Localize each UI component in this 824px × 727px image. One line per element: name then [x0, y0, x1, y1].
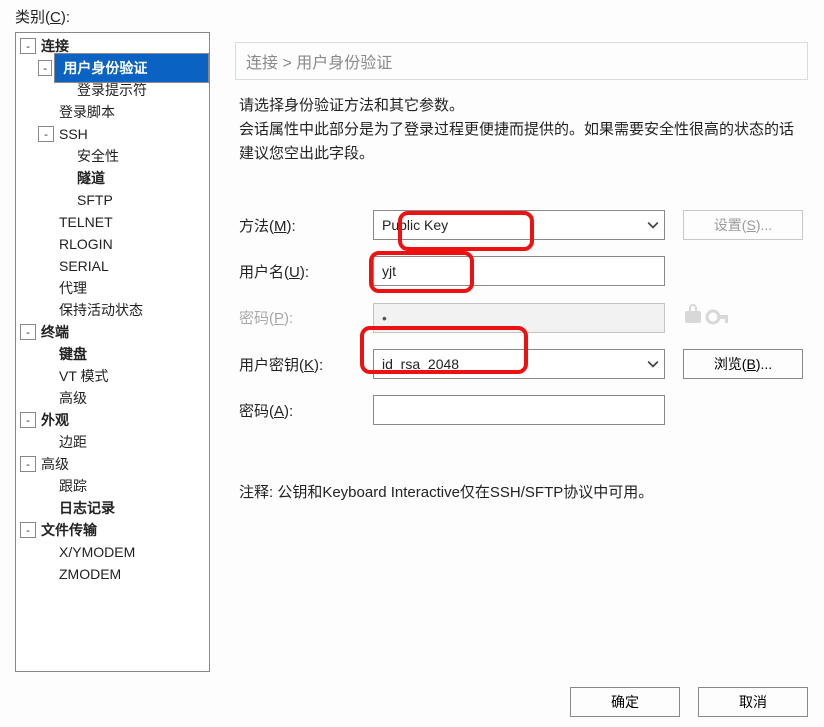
tree-rlogin[interactable]: RLOGIN [56, 233, 116, 255]
password-label: 密码(P): [235, 307, 373, 328]
key-icon [683, 302, 803, 333]
page-description: 请选择身份验证方法和其它参数。 会话属性中此部分是为了登录过程更便捷而提供的。如… [239, 94, 804, 166]
tree-login-script[interactable]: 登录脚本 [56, 101, 118, 123]
tree-logging[interactable]: 日志记录 [56, 497, 118, 519]
tree-security[interactable]: 安全性 [74, 145, 122, 167]
method-value: Public Key [382, 217, 448, 233]
tree-appearance[interactable]: 外观 [38, 409, 72, 431]
cancel-button[interactable]: 取消 [698, 687, 808, 717]
password2-label: 密码(A): [235, 400, 373, 421]
tree-zmodem[interactable]: ZMODEM [56, 563, 124, 585]
expander-icon[interactable]: - [20, 412, 36, 428]
expander-icon[interactable]: - [20, 522, 36, 538]
settings-button: 设置(S)... [683, 210, 803, 240]
username-label: 用户名(U): [235, 261, 373, 282]
expander-icon[interactable]: - [38, 126, 54, 142]
tree-advanced-term[interactable]: 高级 [56, 387, 90, 409]
expander-icon[interactable]: - [20, 456, 36, 472]
userkey-value: id_rsa_2048 [382, 356, 459, 372]
tree-terminal[interactable]: 终端 [38, 321, 72, 343]
method-label: 方法(M): [235, 215, 373, 236]
tree-proxy[interactable]: 代理 [56, 277, 90, 299]
expander-icon[interactable]: - [38, 60, 52, 76]
tree-telnet[interactable]: TELNET [56, 211, 116, 233]
tree-margin[interactable]: 边距 [56, 431, 90, 453]
protocol-note: 注释: 公钥和Keyboard Interactive仅在SSH/SFTP协议中… [235, 481, 808, 502]
username-input[interactable]: yjt [373, 256, 665, 286]
tree-xymodem[interactable]: X/YMODEM [56, 541, 138, 563]
browse-button[interactable]: 浏览(B)... [683, 349, 803, 379]
tree-ssh[interactable]: SSH [56, 123, 91, 145]
tree-file-transfer[interactable]: 文件传输 [38, 519, 100, 541]
tree-keyboard[interactable]: 键盘 [56, 343, 90, 365]
userkey-label: 用户密钥(K): [235, 354, 373, 375]
tree-tunnel[interactable]: 隧道 [74, 167, 108, 189]
category-label: 类别(C): [15, 6, 70, 27]
expander-icon[interactable]: - [20, 38, 36, 54]
password-input: • [373, 303, 665, 333]
ok-button[interactable]: 确定 [570, 687, 680, 717]
breadcrumb: 连接 > 用户身份验证 [235, 42, 808, 80]
tree-user-auth[interactable]: 用户身份验证 [54, 53, 209, 83]
tree-trace[interactable]: 跟踪 [56, 475, 90, 497]
tree-sftp[interactable]: SFTP [74, 189, 116, 211]
password2-input[interactable] [373, 395, 665, 425]
tree-serial[interactable]: SERIAL [56, 255, 112, 277]
tree-advanced[interactable]: 高级 [38, 453, 72, 475]
tree-vtmode[interactable]: VT 模式 [56, 365, 112, 387]
userkey-combo[interactable]: id_rsa_2048 [373, 349, 665, 379]
tree-keepalive[interactable]: 保持活动状态 [56, 299, 146, 321]
category-tree[interactable]: -连接 -用户身份验证 登录提示符 登录脚本 -SSH 安全性 隧道 SFTP … [15, 32, 210, 672]
method-combo[interactable]: Public Key [373, 210, 665, 240]
expander-icon[interactable]: - [20, 324, 36, 340]
